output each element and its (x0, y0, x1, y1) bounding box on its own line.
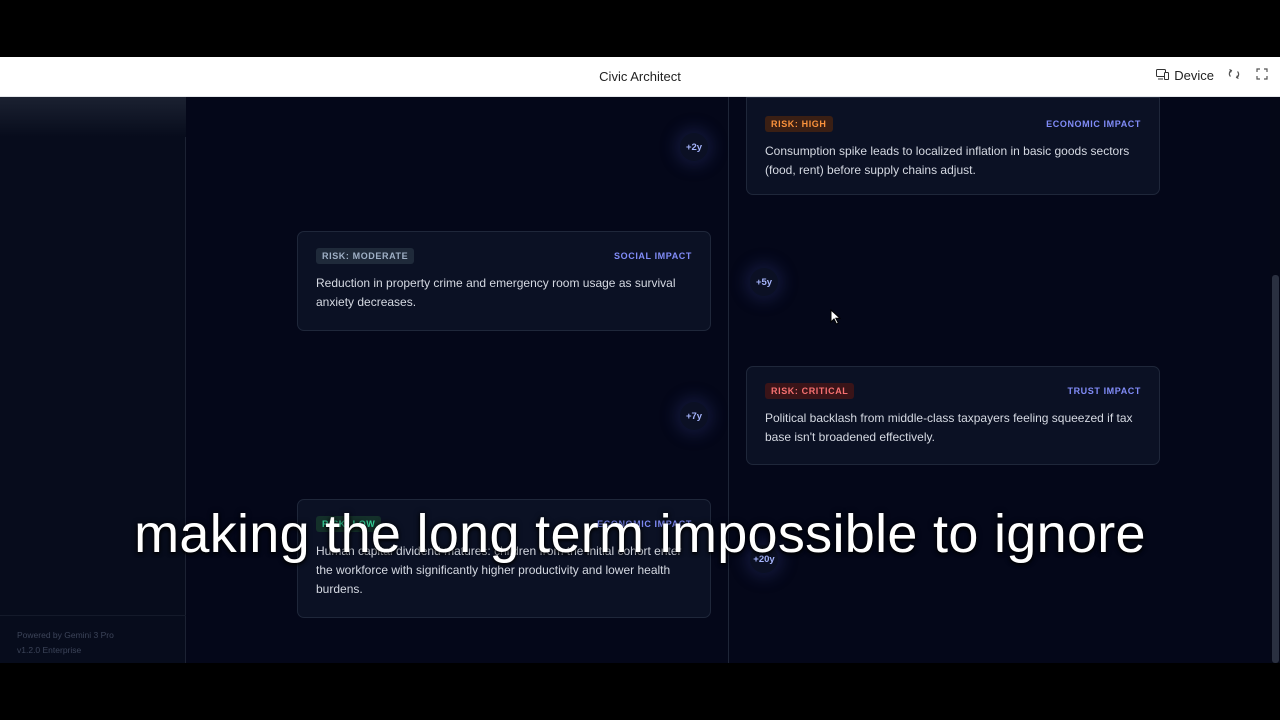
refresh-icon (1228, 68, 1240, 83)
sidebar: Powered by Gemini 3 Pro v1.2.0 Enterpris… (0, 97, 186, 663)
risk-badge: RISK: MODERATE (316, 247, 415, 264)
impact-card[interactable]: RISK: HIGH ECONOMIC IMPACT Consumption s… (746, 97, 1160, 195)
fullscreen-button[interactable] (1254, 67, 1270, 83)
sidebar-header-fade (0, 97, 186, 137)
card-description: Political backlash from middle-class tax… (765, 411, 1133, 444)
device-icon (1156, 68, 1170, 83)
mouse-cursor-icon (830, 308, 842, 330)
card-header: RISK: MODERATE SOCIAL IMPACT (316, 247, 692, 264)
impact-category: SOCIAL IMPACT (614, 250, 692, 261)
video-caption: making the long term impossible to ignor… (134, 504, 1146, 564)
impact-card[interactable]: RISK: MODERATE SOCIAL IMPACT Reduction i… (297, 231, 711, 331)
timeline-marker: +5y (750, 268, 778, 296)
card-header: RISK: CRITICAL TRUST IMPACT (765, 382, 1141, 399)
device-button[interactable]: Device (1156, 68, 1214, 83)
impact-category: ECONOMIC IMPACT (1046, 118, 1141, 129)
letterbox-bottom (0, 663, 1280, 720)
fullscreen-icon (1256, 67, 1268, 83)
risk-badge: RISK: HIGH (765, 115, 833, 132)
impact-card[interactable]: RISK: CRITICAL TRUST IMPACT Political ba… (746, 366, 1160, 465)
version-text: v1.2.0 Enterprise (17, 645, 82, 655)
card-description: Consumption spike leads to localized inf… (765, 144, 1130, 177)
letterbox-top (0, 0, 1280, 57)
card-header: RISK: HIGH ECONOMIC IMPACT (765, 115, 1141, 132)
top-bar-actions: Device (1156, 67, 1270, 83)
risk-badge: RISK: CRITICAL (765, 382, 855, 399)
app-top-bar: Civic Architect Device (0, 57, 1280, 97)
device-label: Device (1174, 67, 1214, 83)
timeline-marker: +2y (680, 133, 708, 161)
app-title: Civic Architect (599, 69, 681, 84)
sidebar-footer: Powered by Gemini 3 Pro v1.2.0 Enterpris… (0, 615, 186, 658)
scrollbar-thumb[interactable] (1272, 275, 1279, 663)
card-description: Reduction in property crime and emergenc… (316, 276, 676, 309)
timeline-marker: +7y (680, 402, 708, 430)
timeline-axis (728, 97, 729, 663)
powered-by-text: Powered by Gemini 3 Pro (17, 630, 114, 640)
refresh-button[interactable] (1226, 67, 1242, 83)
impact-category: TRUST IMPACT (1067, 385, 1141, 396)
